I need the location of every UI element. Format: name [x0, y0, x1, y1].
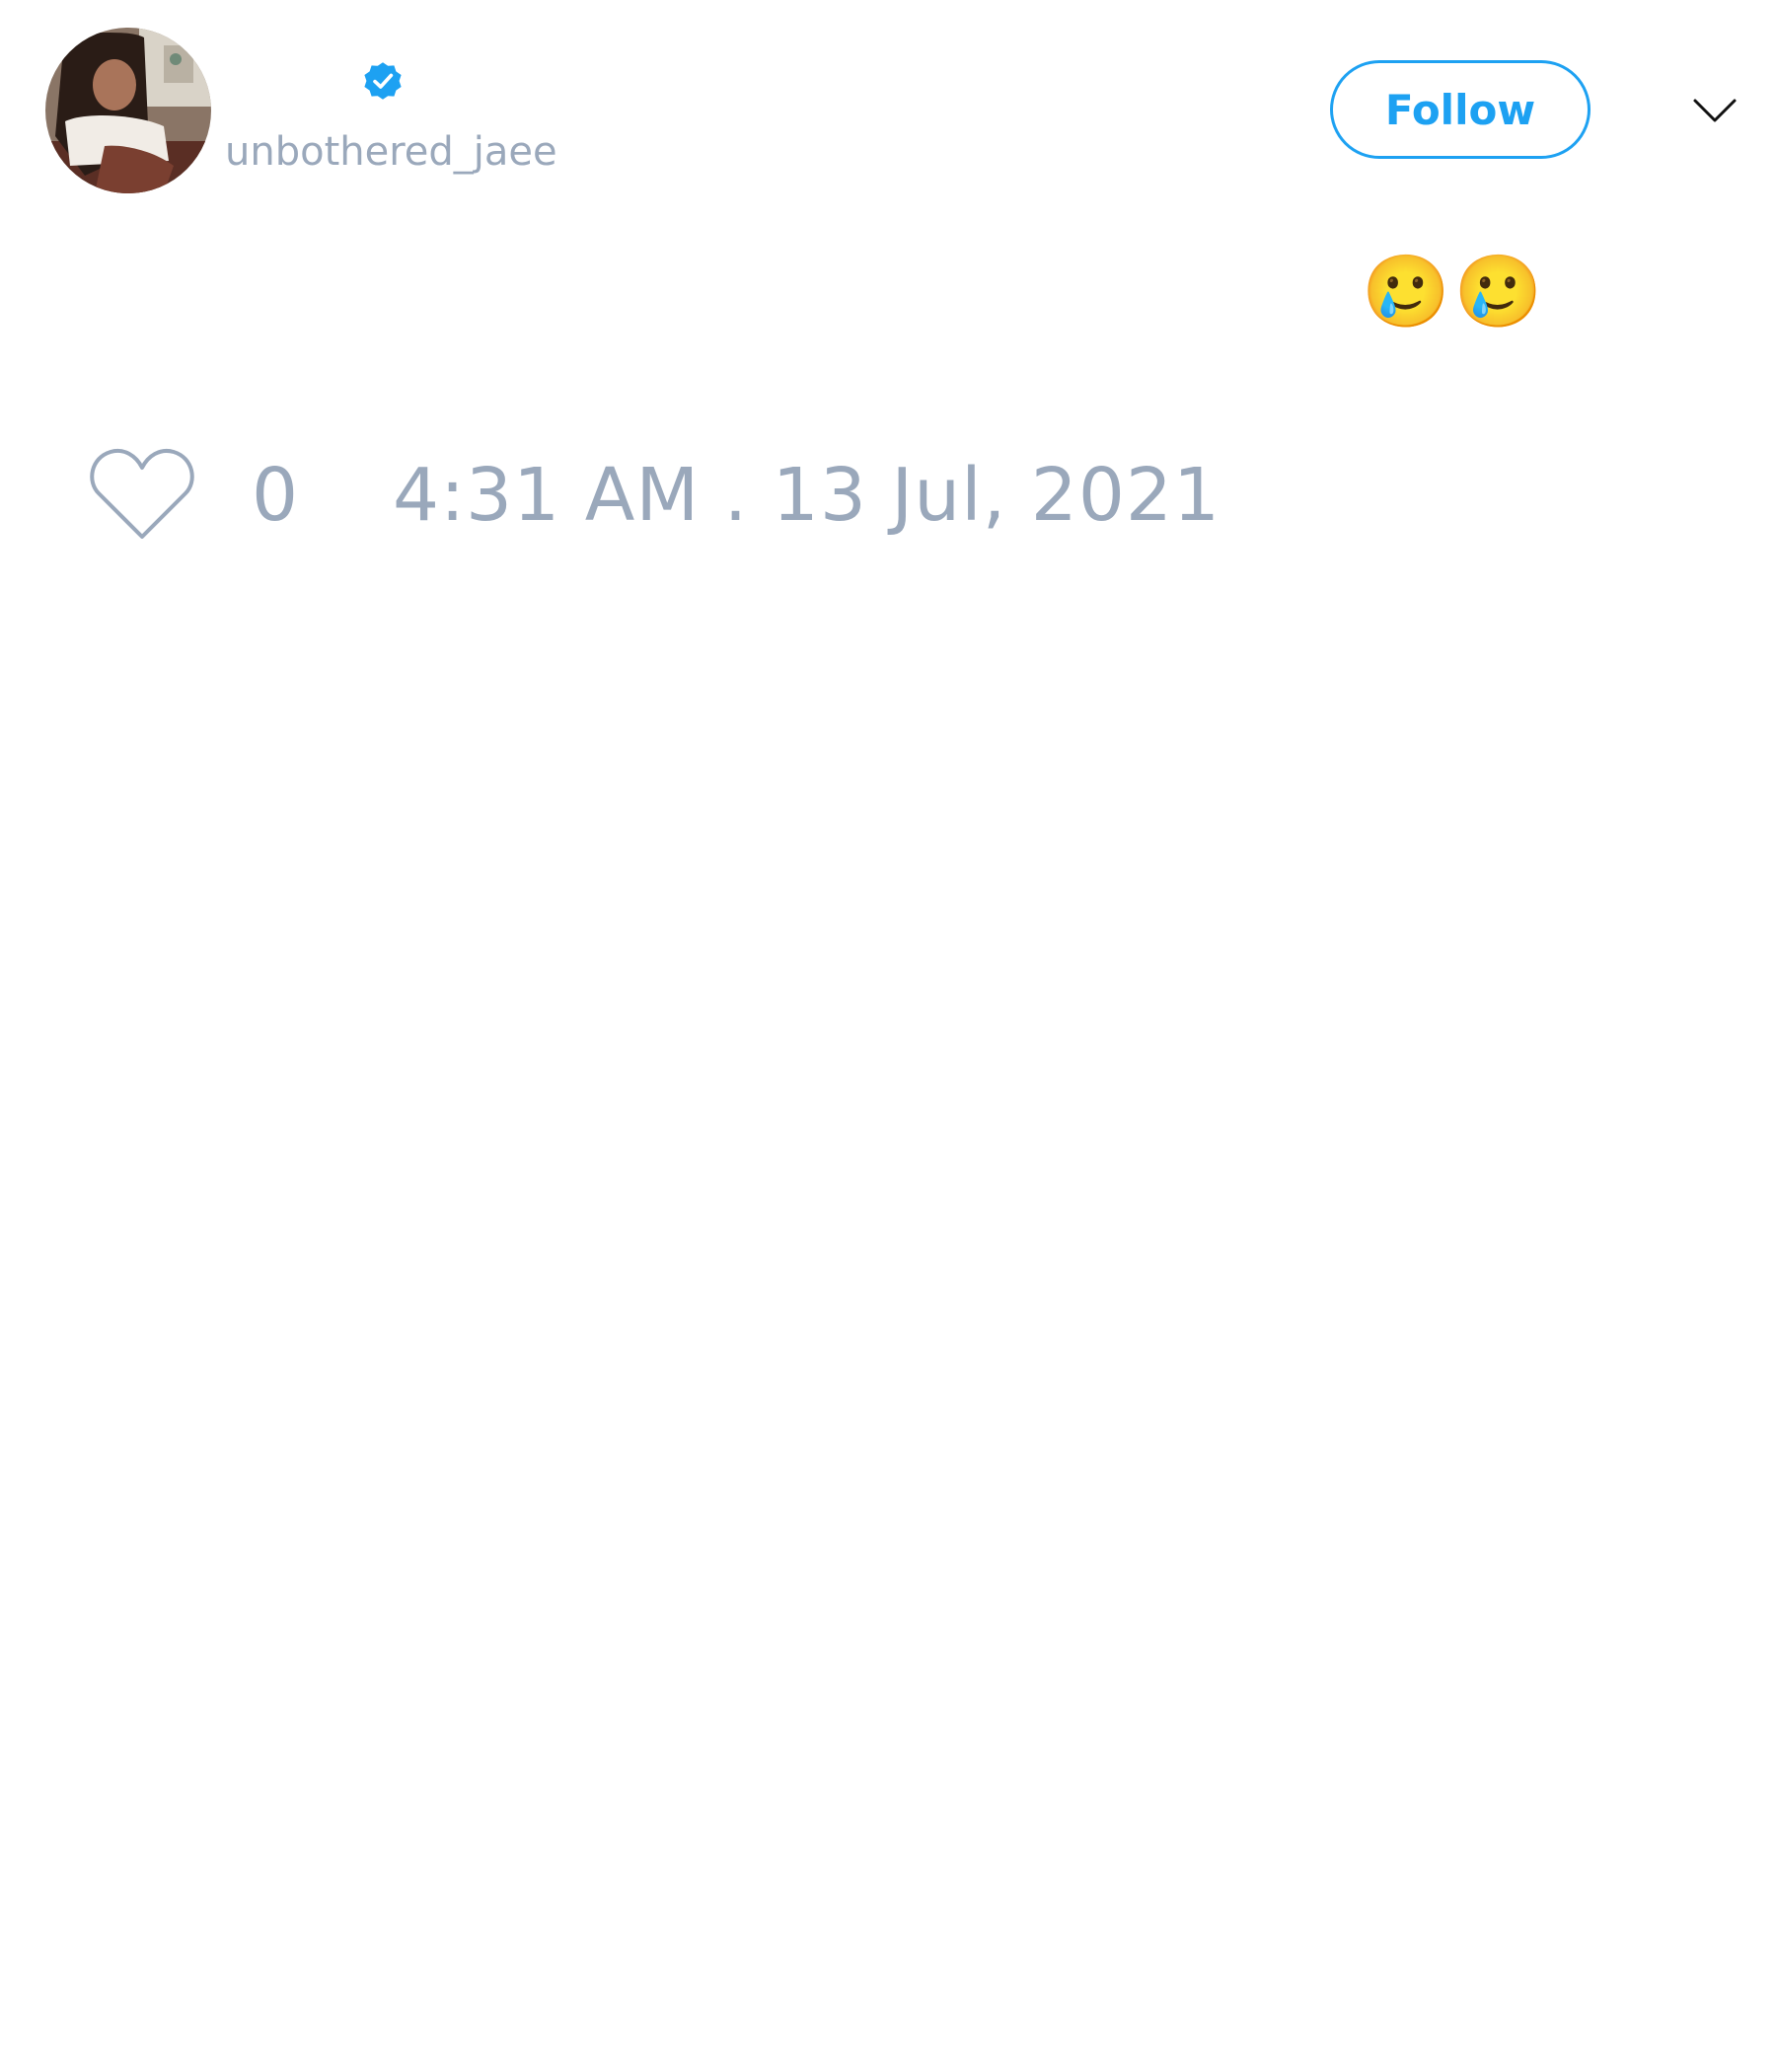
user-handle[interactable]: unbothered_jaee — [225, 126, 557, 178]
profile-photo — [45, 28, 211, 193]
avatar[interactable] — [45, 28, 211, 193]
verified-badge-icon — [364, 62, 402, 100]
like-count: 0 — [252, 453, 299, 538]
timestamp[interactable]: 4:31 AM . 13 Jul, 2021 — [393, 456, 1221, 535]
chevron-down-icon[interactable] — [1691, 91, 1739, 130]
heart-outline-icon[interactable] — [89, 446, 195, 541]
follow-button[interactable]: Follow — [1330, 60, 1591, 159]
tweet-text: 🥲🥲 — [1362, 250, 1547, 333]
